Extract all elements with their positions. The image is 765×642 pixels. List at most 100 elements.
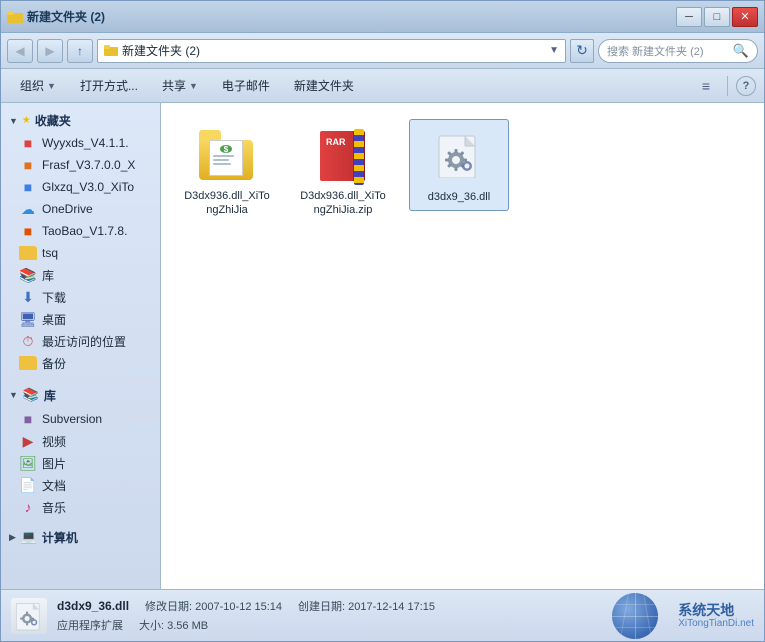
- title-bar: 新建文件夹 (2) ─ □ ✕: [1, 1, 764, 33]
- glx-icon: ■: [19, 178, 37, 196]
- search-wrap[interactable]: 搜索 新建文件夹 (2) 🔍: [598, 39, 758, 63]
- image-icon: 🖼: [19, 454, 37, 472]
- toolbar-separator: [727, 76, 728, 96]
- file-name-folder: D3dx936.dll_XiTongZhiJia: [183, 189, 271, 218]
- sidebar-item-frasf-label: Frasf_V3.7.0.0_X: [42, 158, 135, 172]
- frasf-icon: ■: [19, 156, 37, 174]
- doc-line-1: [213, 155, 234, 157]
- help-button[interactable]: ?: [736, 76, 756, 96]
- sidebar-item-frasf[interactable]: ■ Frasf_V3.7.0.0_X: [1, 154, 160, 176]
- file-item-dll[interactable]: d3dx9_36.dll: [409, 119, 509, 211]
- globe-shape: [612, 593, 658, 639]
- file-name-dll: d3dx9_36.dll: [428, 190, 490, 204]
- address-input-wrap[interactable]: 新建文件夹 (2) ▼: [97, 39, 566, 63]
- sidebar-item-onedrive[interactable]: ☁ OneDrive: [1, 198, 160, 220]
- sidebar-item-taobao[interactable]: ■ TaoBao_V1.7.8.: [1, 220, 160, 242]
- file-name-zip: D3dx936.dll_XiTongZhiJia.zip: [299, 189, 387, 218]
- backup-folder-icon: [19, 356, 37, 370]
- status-right: 系统天地 XiTongTianDi.net: [612, 593, 754, 639]
- computer-icon: 💻: [20, 528, 38, 546]
- share-arrow: ▼: [189, 81, 198, 91]
- open-with-button[interactable]: 打开方式...: [69, 73, 149, 99]
- sidebar-item-glx[interactable]: ■ Glxzq_V3.0_XiTo: [1, 176, 160, 198]
- sidebar-item-ku[interactable]: 📚 库: [1, 264, 160, 286]
- close-button[interactable]: ✕: [732, 7, 758, 27]
- address-text: 新建文件夹 (2): [122, 42, 545, 59]
- sidebar-item-doc-label: 文档: [42, 477, 66, 494]
- dll-icon-large: [429, 126, 489, 186]
- library-header[interactable]: ▼ 📚 库: [1, 382, 160, 408]
- favorites-label: 收藏夹: [35, 112, 71, 129]
- computer-header[interactable]: ▶ 💻 计算机: [1, 524, 160, 550]
- sidebar-item-image[interactable]: 🖼 图片: [1, 452, 160, 474]
- sidebar-item-ku-label: 库: [42, 267, 54, 284]
- sidebar-item-backup-label: 备份: [42, 355, 66, 372]
- search-placeholder: 搜索 新建文件夹 (2): [607, 43, 729, 59]
- search-icon[interactable]: 🔍: [733, 43, 749, 59]
- views-button[interactable]: ≡: [693, 75, 719, 97]
- new-folder-button[interactable]: 新建文件夹: [283, 73, 365, 99]
- email-button[interactable]: 电子邮件: [211, 73, 281, 99]
- taobao-icon: ■: [19, 222, 37, 240]
- toolbar-right: ≡ ?: [693, 75, 756, 97]
- sidebar-item-glx-label: Glxzq_V3.0_XiTo: [42, 180, 134, 194]
- video-icon: ▶: [19, 432, 37, 450]
- sidebar-item-video[interactable]: ▶ 视频: [1, 430, 160, 452]
- status-size: 大小: 3.56 MB: [139, 617, 208, 633]
- up-button[interactable]: ↑: [67, 39, 93, 63]
- sidebar-item-wyy[interactable]: ■ Wyyxds_V4.1.1.: [1, 132, 160, 154]
- doc-lines: $: [210, 141, 242, 169]
- sidebar-item-tsq-label: tsq: [42, 246, 58, 260]
- sidebar-item-doc[interactable]: 📄 文档: [1, 474, 160, 496]
- library-icon: 📚: [22, 386, 40, 404]
- watermark-text-block: 系统天地 XiTongTianDi.net: [678, 602, 754, 630]
- sidebar-item-recent[interactable]: ⏱ 最近访问的位置: [1, 330, 160, 352]
- sidebar-item-video-label: 视频: [42, 433, 66, 450]
- sidebar-item-download[interactable]: ⬇ 下载: [1, 286, 160, 308]
- sidebar-item-download-label: 下载: [42, 289, 66, 306]
- wyy-icon: ■: [19, 134, 37, 152]
- library-label: 库: [44, 387, 56, 404]
- computer-triangle: ▶: [9, 532, 16, 543]
- watermark-line2: XiTongTianDi.net: [678, 618, 754, 629]
- status-type: 应用程序扩展: [57, 617, 123, 633]
- share-button[interactable]: 共享 ▼: [151, 73, 209, 99]
- status-create: 创建日期: 2017-12-14 17:15: [298, 598, 435, 614]
- sidebar-item-music[interactable]: ♪ 音乐: [1, 496, 160, 518]
- subversion-icon: ■: [19, 410, 37, 428]
- sidebar-item-music-label: 音乐: [42, 499, 66, 516]
- sidebar-item-image-label: 图片: [42, 455, 66, 472]
- sidebar-item-subversion[interactable]: ■ Subversion: [1, 408, 160, 430]
- sidebar-item-tsq[interactable]: tsq: [1, 242, 160, 264]
- computer-label: 计算机: [42, 529, 78, 546]
- maximize-button[interactable]: □: [704, 7, 730, 27]
- toolbar: 组织 ▼ 打开方式... 共享 ▼ 电子邮件 新建文件夹 ≡ ?: [1, 69, 764, 103]
- files-grid: $ D3dx936.dll_XiTongZhiJia: [177, 119, 748, 224]
- favorites-header[interactable]: ▼ ★ 收藏夹: [1, 109, 160, 132]
- sidebar-item-recent-label: 最近访问的位置: [42, 333, 126, 350]
- address-dropdown-arrow[interactable]: ▼: [549, 45, 559, 56]
- favorites-star-icon: ★: [22, 115, 31, 126]
- sidebar-item-desktop[interactable]: 🖥 桌面: [1, 308, 160, 330]
- organize-button[interactable]: 组织 ▼: [9, 73, 67, 99]
- address-bar: ◀ ▶ ↑ 新建文件夹 (2) ▼ ↻ 搜索 新建文件夹 (2) 🔍: [1, 33, 764, 69]
- sidebar-item-onedrive-label: OneDrive: [42, 202, 93, 216]
- forward-button[interactable]: ▶: [37, 39, 63, 63]
- ku-icon: 📚: [19, 266, 37, 284]
- back-button[interactable]: ◀: [7, 39, 33, 63]
- file-item-zip[interactable]: RAR D3dx936.dll_XiTongZhiJia.zip: [293, 119, 393, 224]
- status-bar: d3dx9_36.dll 修改日期: 2007-10-12 15:14 创建日期…: [1, 589, 764, 641]
- download-icon: ⬇: [19, 288, 37, 306]
- status-file-icon: [11, 598, 47, 634]
- sidebar-item-backup[interactable]: 备份: [1, 352, 160, 374]
- refresh-button[interactable]: ↻: [570, 39, 594, 63]
- desktop-icon: 🖥: [19, 310, 37, 328]
- doc-line-2: [213, 159, 229, 161]
- dollar-sign: $: [220, 145, 232, 153]
- sidebar-item-wyy-label: Wyyxds_V4.1.1.: [42, 136, 129, 150]
- sidebar: ▼ ★ 收藏夹 ■ Wyyxds_V4.1.1. ■ Frasf_V3.7.0.…: [1, 103, 161, 589]
- minimize-button[interactable]: ─: [676, 7, 702, 27]
- window: 新建文件夹 (2) ─ □ ✕ ◀ ▶ ↑ 新建文件夹 (2) ▼ ↻ 搜索 新…: [0, 0, 765, 642]
- title-bar-left: 新建文件夹 (2): [7, 8, 105, 25]
- file-item-folder[interactable]: $ D3dx936.dll_XiTongZhiJia: [177, 119, 277, 224]
